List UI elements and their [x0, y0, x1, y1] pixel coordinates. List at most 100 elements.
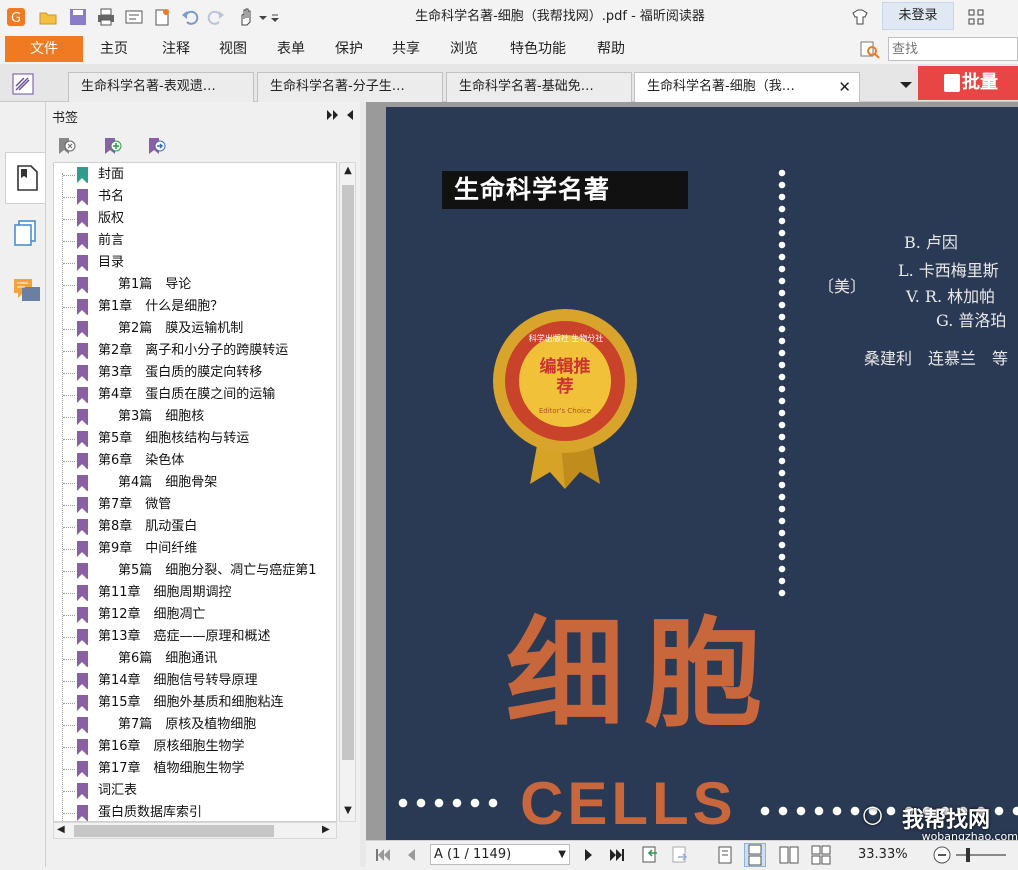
menu-features[interactable]: 特色功能: [510, 34, 566, 64]
menu-protect[interactable]: 保护: [335, 34, 363, 64]
bookmark-item[interactable]: 第5章 细胞核结构与转运: [54, 428, 336, 450]
tab-cells[interactable]: 生命科学名著-细胞（我… ✕: [634, 72, 860, 102]
scroll-down-icon[interactable]: ▼: [342, 805, 354, 817]
next-view-icon[interactable]: [670, 845, 690, 865]
bookmark-item[interactable]: 版权: [54, 208, 336, 230]
customize-toolbar-icon[interactable]: [270, 7, 280, 27]
save-icon[interactable]: [68, 7, 88, 27]
vertical-scroll-thumb[interactable]: [342, 185, 354, 760]
menu-comment[interactable]: 注释: [162, 34, 190, 64]
menu-form[interactable]: 表单: [277, 34, 305, 64]
hand-tool-icon[interactable]: [236, 7, 256, 27]
zoom-out-icon[interactable]: [932, 845, 952, 865]
bookmark-item[interactable]: 第17章 植物细胞生物学: [54, 758, 336, 780]
bookmark-item[interactable]: 第1章 什么是细胞？: [54, 296, 336, 318]
login-button[interactable]: 未登录: [882, 2, 954, 30]
scroll-up-icon[interactable]: ▲: [342, 165, 354, 177]
single-page-icon[interactable]: [716, 845, 734, 865]
menu-help[interactable]: 帮助: [597, 34, 625, 64]
goto-bookmark-icon[interactable]: [146, 136, 168, 158]
last-page-icon[interactable]: [608, 846, 626, 864]
zoom-slider[interactable]: [956, 848, 1006, 862]
facing-page-icon[interactable]: [778, 845, 800, 865]
bookmark-item[interactable]: 第7篇 原核及植物细胞: [54, 714, 336, 736]
redo-icon[interactable]: [206, 7, 226, 27]
previous-view-icon[interactable]: [640, 845, 660, 865]
bookmark-item[interactable]: 第4篇 细胞骨架: [54, 472, 336, 494]
bookmark-item[interactable]: 词汇表: [54, 780, 336, 802]
close-tab-icon[interactable]: ✕: [838, 73, 851, 101]
hand-dropdown-icon[interactable]: [258, 7, 268, 27]
page-number-field[interactable]: A (1 / 1149) ▼: [430, 844, 570, 865]
panel-collapse-icon[interactable]: [344, 108, 356, 122]
scroll-left-icon[interactable]: ◀: [57, 824, 65, 835]
bookmarks-panel-tab[interactable]: [5, 152, 45, 204]
bookmark-item[interactable]: 第5篇 细胞分裂、凋亡与癌症第1: [54, 560, 336, 582]
bookmark-item[interactable]: 第13章 癌症——原理和概述: [54, 626, 336, 648]
new-document-icon[interactable]: [152, 7, 172, 27]
bookmark-item[interactable]: 第8章 肌动蛋白: [54, 516, 336, 538]
first-page-icon[interactable]: [374, 846, 392, 864]
add-bookmark-icon[interactable]: [102, 136, 124, 158]
file-menu-button[interactable]: 文件: [5, 36, 83, 62]
layout-grid-icon[interactable]: [966, 7, 986, 27]
bookmark-flag-icon: [77, 607, 88, 623]
bookmark-item[interactable]: 第2章 离子和小分子的跨膜转运: [54, 340, 336, 362]
bookmark-item[interactable]: 第6篇 细胞通讯: [54, 648, 336, 670]
open-folder-icon[interactable]: [38, 7, 58, 27]
tree-connector: [63, 615, 75, 616]
menu-share[interactable]: 共享: [392, 34, 420, 64]
menu-browse[interactable]: 浏览: [450, 34, 478, 64]
batch-button[interactable]: 批量: [918, 66, 1018, 100]
undo-icon[interactable]: [180, 7, 200, 27]
pages-panel-icon[interactable]: [12, 218, 40, 248]
comments-panel-icon[interactable]: [12, 276, 42, 306]
bookmark-item[interactable]: 书名: [54, 186, 336, 208]
scroll-right-icon[interactable]: ▶: [322, 824, 330, 835]
bookmark-item[interactable]: 第12章 细胞凋亡: [54, 604, 336, 626]
bookmark-item[interactable]: 第16章 原核细胞生物学: [54, 736, 336, 758]
menu-home[interactable]: 主页: [100, 34, 128, 64]
search-input[interactable]: [888, 37, 1018, 61]
bookmark-item[interactable]: 第9章 中间纤维: [54, 538, 336, 560]
skin-icon[interactable]: [850, 7, 870, 27]
bookmark-item[interactable]: 第15章 细胞外基质和细胞粘连: [54, 692, 336, 714]
menu-view[interactable]: 视图: [219, 34, 247, 64]
bookmark-item[interactable]: 第6章 染色体: [54, 450, 336, 472]
horizontal-scroll-thumb[interactable]: [74, 825, 274, 837]
print-icon[interactable]: [96, 7, 116, 27]
panel-expand-icon[interactable]: [326, 108, 340, 122]
bookmark-item[interactable]: 前言: [54, 230, 336, 252]
zoom-slider-handle[interactable]: [966, 848, 970, 862]
bookmark-item[interactable]: 第11章 细胞周期调控: [54, 582, 336, 604]
tab-immunology[interactable]: 生命科学名著-基础免…: [446, 72, 632, 102]
previous-page-icon[interactable]: [402, 846, 420, 864]
tab-list-dropdown-icon[interactable]: [898, 77, 914, 93]
properties-icon[interactable]: [124, 7, 144, 27]
delete-bookmark-icon[interactable]: [56, 136, 78, 158]
bookmark-item[interactable]: 封面: [54, 164, 336, 186]
bookmark-item[interactable]: 第1篇 导论: [54, 274, 336, 296]
bookmark-label: 封面: [98, 167, 125, 182]
bookmark-item[interactable]: 蛋白质数据库索引: [54, 802, 336, 821]
bookmark-item[interactable]: 第7章 微管: [54, 494, 336, 516]
bookmark-item[interactable]: 第4章 蛋白质在膜之间的运输: [54, 384, 336, 406]
tab-epigenetics[interactable]: 生命科学名著-表观遗…: [68, 72, 254, 102]
bookmark-item[interactable]: 第14章 细胞信号转导原理: [54, 670, 336, 692]
bookmark-item[interactable]: 第3章 蛋白质的膜定向转移: [54, 362, 336, 384]
bookmark-item[interactable]: 第2篇 膜及运输机制: [54, 318, 336, 340]
bookmark-horizontal-scrollbar[interactable]: ◀ ▶: [53, 822, 337, 839]
bookmark-item[interactable]: 第3篇 细胞核: [54, 406, 336, 428]
sign-icon[interactable]: [12, 73, 34, 95]
bookmark-label: 第3篇 细胞核: [118, 409, 205, 424]
next-page-icon[interactable]: [580, 846, 598, 864]
tab-molecular[interactable]: 生命科学名著-分子生…: [257, 72, 443, 102]
bookmark-tree: 封面书名 版权 前言 目录 第1篇 导论 第1章 什么是细胞？ 第2篇 膜及运输机制 第2章 …: [53, 162, 337, 822]
find-icon[interactable]: [860, 39, 880, 59]
zoom-level[interactable]: 33.33%: [858, 847, 908, 862]
continuous-page-icon[interactable]: [744, 843, 766, 867]
continuous-facing-icon[interactable]: [810, 845, 832, 865]
page-dropdown-icon[interactable]: ▼: [558, 845, 566, 864]
bookmark-vertical-scrollbar[interactable]: ▲ ▼: [339, 162, 356, 822]
bookmark-item[interactable]: 目录: [54, 252, 336, 274]
